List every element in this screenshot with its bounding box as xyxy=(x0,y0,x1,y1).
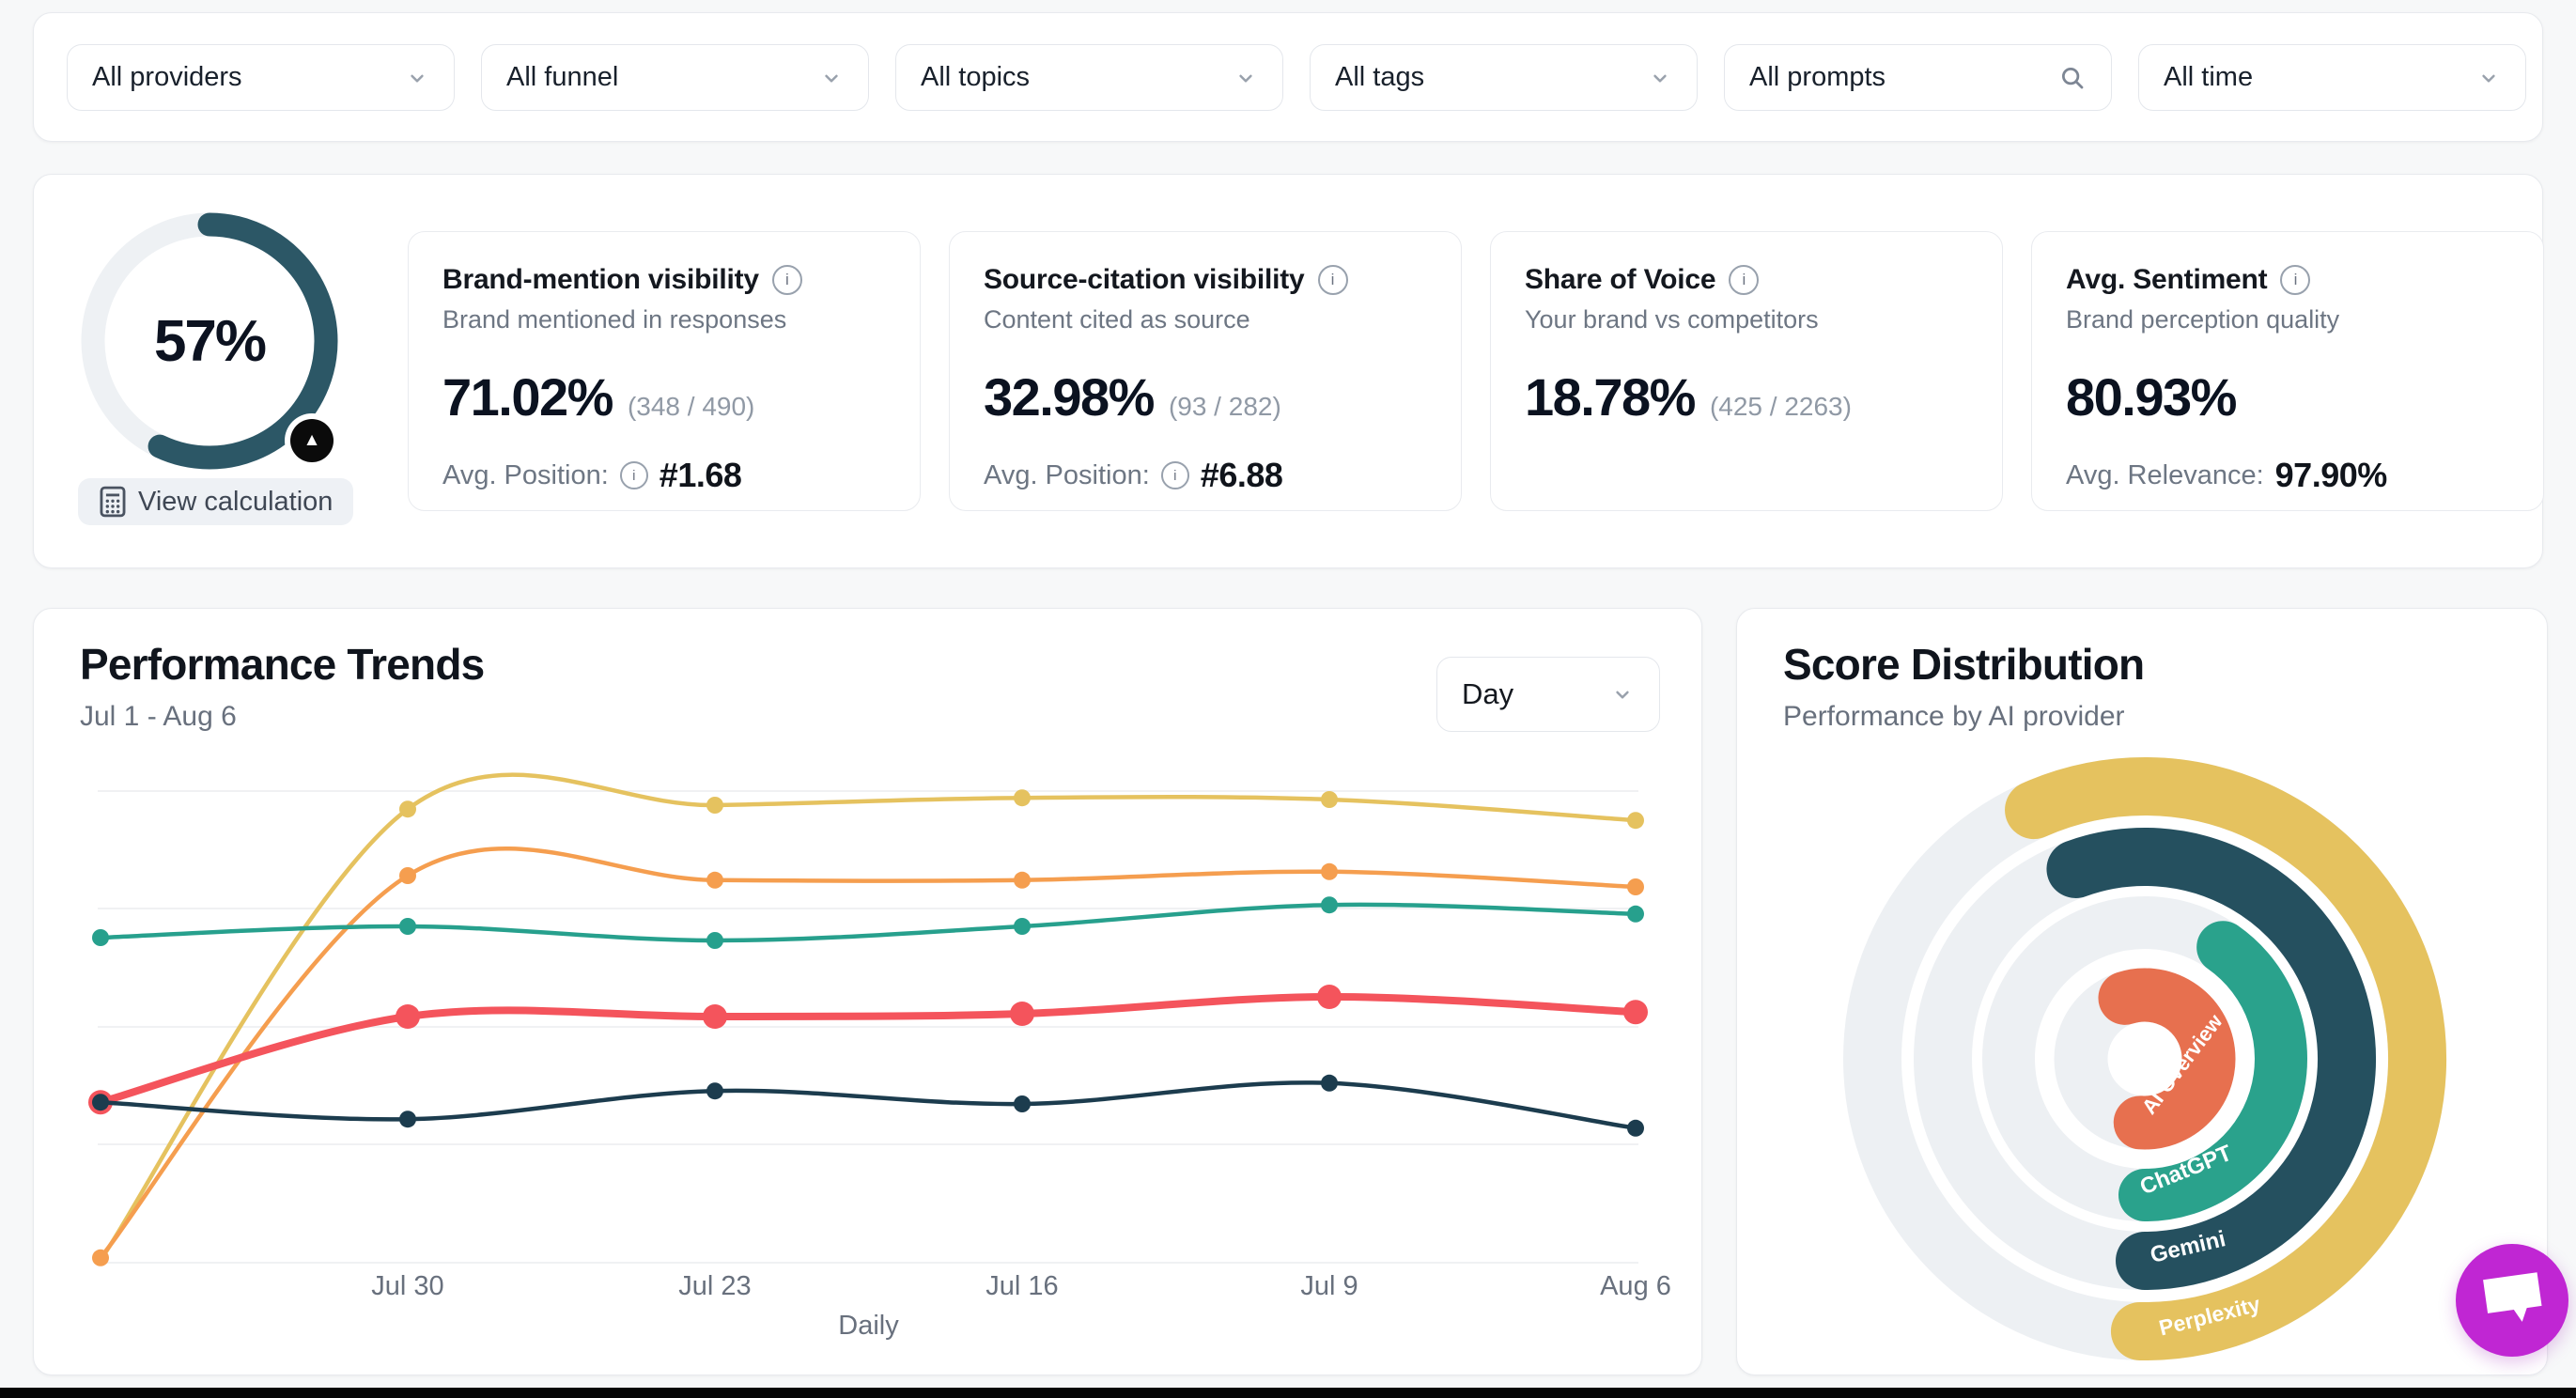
panel-date-range: Jul 1 - Aug 6 xyxy=(80,701,237,733)
x-tick: Jul 23 xyxy=(640,1271,790,1302)
filter-all-topics[interactable]: All topics xyxy=(895,44,1283,111)
metric-card-source-citation: Source-citation visibility i Content cit… xyxy=(949,231,1462,511)
info-icon[interactable]: i xyxy=(772,265,802,295)
metric-description: Your brand vs competitors xyxy=(1525,305,1968,334)
chevron-down-icon xyxy=(2476,66,2501,90)
footer-value: #6.88 xyxy=(1201,456,1283,495)
metric-title: Avg. Sentiment xyxy=(2066,264,2267,296)
x-tick: Jul 30 xyxy=(333,1271,483,1302)
info-icon[interactable]: i xyxy=(1729,265,1759,295)
metric-detail: (348 / 490) xyxy=(628,392,754,422)
performance-trends-panel: Performance Trends Jul 1 - Aug 6 Day Jul… xyxy=(33,608,1702,1375)
view-calculation-button[interactable]: View calculation xyxy=(78,478,353,525)
filter-label: All topics xyxy=(921,62,1030,93)
metric-title: Share of Voice xyxy=(1525,264,1715,296)
chevron-down-icon xyxy=(819,66,844,90)
filter-all-tags[interactable]: All tags xyxy=(1310,44,1698,111)
info-icon[interactable]: i xyxy=(620,461,648,489)
metric-title: Brand-mention visibility xyxy=(442,264,759,296)
footer-value: #1.68 xyxy=(660,456,742,495)
filter-label: All tags xyxy=(1335,62,1424,93)
metric-value: 32.98% xyxy=(984,366,1154,427)
score-distribution-panel: Score Distribution Performance by AI pro… xyxy=(1736,608,2548,1375)
x-tick: Aug 6 xyxy=(1560,1271,1711,1302)
x-axis-label: Daily xyxy=(34,1311,1703,1342)
filter-label: All time xyxy=(2164,62,2253,93)
filter-all-funnel[interactable]: All funnel xyxy=(481,44,869,111)
x-tick: Jul 9 xyxy=(1254,1271,1404,1302)
metric-description: Brand mentioned in responses xyxy=(442,305,886,334)
interval-select[interactable]: Day xyxy=(1436,657,1660,732)
metric-card-share-of-voice: Share of Voice i Your brand vs competito… xyxy=(1490,231,2003,511)
panel-subtitle: Performance by AI provider xyxy=(1783,701,2125,733)
filter-bar: All providers All funnel All topics All … xyxy=(33,12,2543,142)
metric-value: 18.78% xyxy=(1525,366,1695,427)
view-calculation-label: View calculation xyxy=(138,487,333,518)
filter-label: All providers xyxy=(92,62,242,93)
footer-label: Avg. Relevance: xyxy=(2066,460,2264,491)
summary-panel: 57% ▲ View calculation Brand-mention vis… xyxy=(33,174,2543,568)
score-trend-badge: ▲ xyxy=(290,419,334,462)
metric-description: Content cited as source xyxy=(984,305,1427,334)
metric-value: 71.02% xyxy=(442,366,613,427)
panel-title: Performance Trends xyxy=(80,639,484,690)
calculator-icon xyxy=(99,486,127,518)
metric-card-avg-sentiment: Avg. Sentiment i Brand perception qualit… xyxy=(2031,231,2544,511)
footer-label: Avg. Position: xyxy=(442,460,609,491)
x-tick: Jul 16 xyxy=(947,1271,1097,1302)
info-icon[interactable]: i xyxy=(2280,265,2310,295)
chevron-down-icon xyxy=(1648,66,1672,90)
arrow-up-triangle-icon: ▲ xyxy=(303,430,321,451)
metric-description: Brand perception quality xyxy=(2066,305,2509,334)
metric-card-brand-mention: Brand-mention visibility i Brand mention… xyxy=(408,231,921,511)
chevron-down-icon xyxy=(1234,66,1258,90)
interval-selected-value: Day xyxy=(1462,677,1513,711)
bottom-edge-bar xyxy=(0,1388,2576,1398)
chevron-down-icon xyxy=(405,66,429,90)
filter-all-prompts[interactable]: All prompts xyxy=(1724,44,2112,111)
filter-all-time[interactable]: All time xyxy=(2138,44,2526,111)
metric-detail: (93 / 282) xyxy=(1169,392,1281,422)
footer-value: 97.90% xyxy=(2275,456,2387,495)
speech-bubble-icon xyxy=(2456,1244,2568,1357)
radial-bar-chart xyxy=(1835,749,2455,1369)
search-icon xyxy=(2058,64,2087,92)
info-icon[interactable]: i xyxy=(1318,265,1348,295)
filter-label: All prompts xyxy=(1749,62,1885,93)
line-chart xyxy=(78,734,1656,1279)
metric-value: 80.93% xyxy=(2066,366,2236,427)
footer-label: Avg. Position: xyxy=(984,460,1150,491)
info-icon[interactable]: i xyxy=(1161,461,1189,489)
chat-widget-button[interactable] xyxy=(2456,1244,2568,1357)
chevron-down-icon xyxy=(1610,682,1635,707)
filter-all-providers[interactable]: All providers xyxy=(67,44,455,111)
metric-detail: (425 / 2263) xyxy=(1710,392,1852,422)
panel-title: Score Distribution xyxy=(1783,639,2144,690)
metric-title: Source-citation visibility xyxy=(984,264,1305,296)
filter-label: All funnel xyxy=(506,62,618,93)
